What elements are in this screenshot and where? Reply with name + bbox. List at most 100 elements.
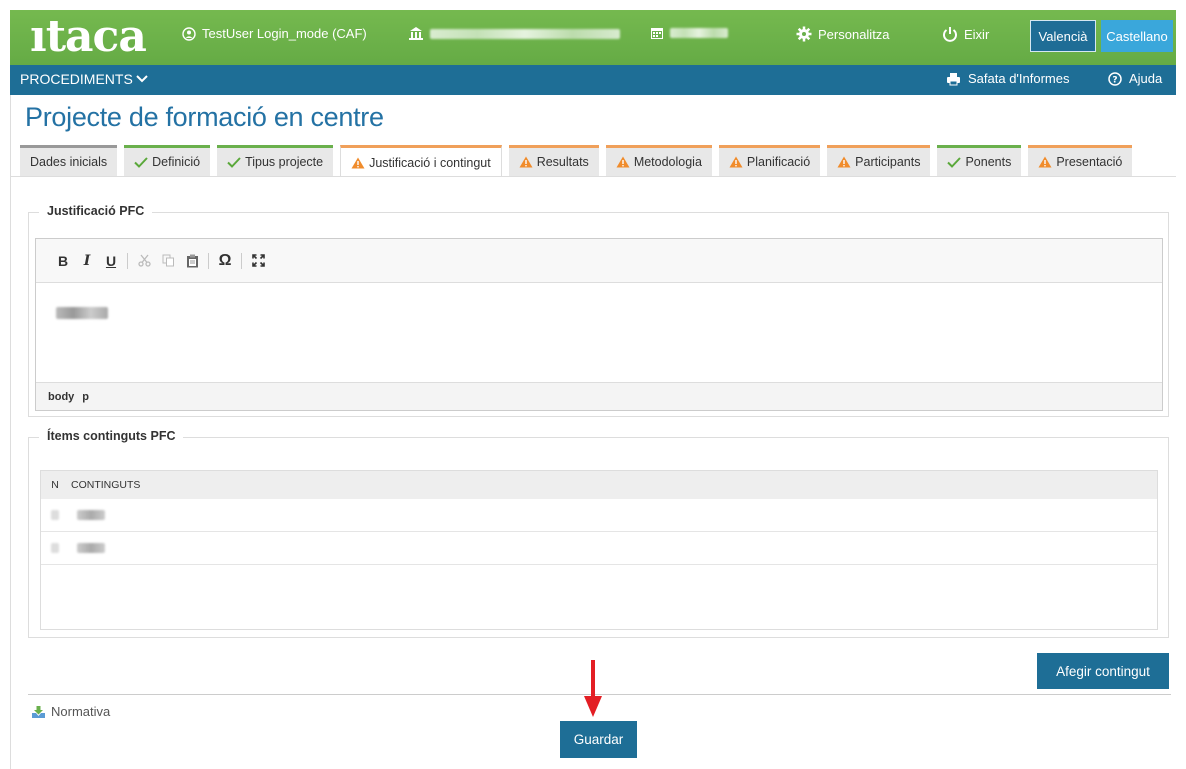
lang-castellano-button[interactable]: Castellano xyxy=(1101,20,1173,52)
tab-ponents[interactable]: Ponents xyxy=(937,145,1022,176)
nav-bar: PROCEDIMENTS Safata d'Informes ? Ajuda xyxy=(10,65,1176,95)
row-number-redacted xyxy=(51,543,59,553)
column-header-n: N xyxy=(51,479,59,491)
lang-valencia-button[interactable]: Valencià xyxy=(1030,20,1096,52)
editor-content-area[interactable] xyxy=(36,283,1162,383)
year-selector[interactable] xyxy=(650,26,728,40)
warning-icon xyxy=(351,157,365,168)
special-char-button[interactable]: Ω xyxy=(214,250,236,272)
toolbar-separator xyxy=(208,252,209,269)
tab-bar: Dades inicials Definició Tipus projecte … xyxy=(20,145,1133,177)
row-number-redacted xyxy=(51,510,59,520)
tab-label: Ponents xyxy=(965,155,1012,169)
exit-link[interactable]: Eixir xyxy=(942,26,989,42)
tab-resultats[interactable]: Resultats xyxy=(508,145,599,176)
tab-label: Presentació xyxy=(1056,155,1123,169)
reports-tray-label: Safata d'Informes xyxy=(968,71,1070,86)
regulations-link[interactable]: Normativa xyxy=(31,704,110,719)
warning-icon xyxy=(729,156,743,168)
user-icon xyxy=(182,26,196,41)
copy-button[interactable] xyxy=(157,250,179,272)
contents-legend: Ítems continguts PFC xyxy=(39,429,184,443)
header-bar: ıtaca TestUser Login_mode (CAF) Personal… xyxy=(10,10,1176,65)
help-label: Ajuda xyxy=(1129,71,1163,86)
check-icon xyxy=(947,156,962,168)
school-name-redacted xyxy=(430,28,620,39)
justification-legend: Justificació PFC xyxy=(39,204,153,218)
school-selector[interactable] xyxy=(408,26,620,41)
help-link[interactable]: ? Ajuda xyxy=(1108,71,1162,86)
warning-icon xyxy=(1038,156,1052,168)
path-body[interactable]: body xyxy=(48,391,74,403)
gear-icon xyxy=(796,26,812,42)
table-row[interactable] xyxy=(41,532,1157,565)
tab-label: Definició xyxy=(152,155,201,169)
tab-metodologia[interactable]: Metodologia xyxy=(605,145,712,176)
tab-tipus-projecte[interactable]: Tipus projecte xyxy=(217,145,334,176)
toolbar-separator xyxy=(127,252,128,269)
exit-label: Eixir xyxy=(964,26,990,42)
personalize-label: Personalitza xyxy=(818,26,890,42)
save-button[interactable]: Guardar xyxy=(560,721,637,758)
column-header-contents: CONTINGUTS xyxy=(71,479,141,491)
italic-button[interactable]: I xyxy=(76,250,98,272)
page-title: Projecte de formació en centre xyxy=(25,102,384,132)
table-row[interactable] xyxy=(41,499,1157,532)
editor-toolbar: B I U Ω xyxy=(36,239,1162,283)
clipboard-icon xyxy=(186,254,198,267)
personalize-link[interactable]: Personalitza xyxy=(796,26,890,42)
warning-icon xyxy=(837,156,851,168)
download-icon xyxy=(32,705,45,718)
reports-tray-link[interactable]: Safata d'Informes xyxy=(946,71,1069,86)
tab-label: Participants xyxy=(855,155,921,169)
row-content-redacted xyxy=(77,543,105,553)
warning-icon xyxy=(616,156,630,168)
svg-text:?: ? xyxy=(1112,75,1117,85)
regulations-label: Normativa xyxy=(51,704,111,719)
scissors-icon xyxy=(137,254,151,267)
procedures-menu[interactable]: PROCEDIMENTS xyxy=(20,71,148,87)
itaca-logo[interactable]: ıtaca xyxy=(30,12,147,62)
editor-text-redacted xyxy=(56,307,108,319)
paste-button[interactable] xyxy=(181,250,203,272)
tab-justificacio-contingut[interactable]: Justificació i contingut xyxy=(340,145,502,177)
tab-dades-inicials[interactable]: Dades inicials xyxy=(20,145,118,176)
cut-button[interactable] xyxy=(133,250,155,272)
printer-icon xyxy=(947,72,960,85)
check-icon xyxy=(227,156,241,168)
check-icon xyxy=(134,156,148,168)
maximize-icon xyxy=(251,254,265,267)
school-icon xyxy=(409,27,423,40)
chevron-down-icon xyxy=(136,75,148,83)
row-content-redacted xyxy=(77,510,105,520)
path-p[interactable]: p xyxy=(82,391,89,403)
tab-label: Planificació xyxy=(746,155,811,169)
tab-label: Justificació i contingut xyxy=(369,155,491,170)
tab-participants[interactable]: Participants xyxy=(827,145,931,176)
copy-icon xyxy=(162,254,174,267)
table-header: N CONTINGUTS xyxy=(41,471,1157,499)
underline-button[interactable]: U xyxy=(100,250,122,272)
tab-label: Resultats xyxy=(536,155,589,169)
tab-divider xyxy=(10,176,1176,177)
add-content-button[interactable]: Afegir contingut xyxy=(1037,653,1169,689)
user-menu[interactable]: TestUser Login_mode (CAF) xyxy=(182,26,367,41)
justification-editor: B I U Ω body p xyxy=(35,238,1163,411)
tab-definicio[interactable]: Definició xyxy=(124,145,211,176)
warning-icon xyxy=(519,156,533,168)
tab-label: Tipus projecte xyxy=(245,155,324,169)
tab-presentacio[interactable]: Presentació xyxy=(1028,145,1133,176)
editor-path-bar: body p xyxy=(36,382,1162,410)
toolbar-separator xyxy=(241,252,242,269)
tab-planificacio[interactable]: Planificació xyxy=(718,145,821,176)
tab-label: Dades inicials xyxy=(30,155,108,169)
calendar-icon xyxy=(651,28,663,39)
user-name: TestUser Login_mode (CAF) xyxy=(202,26,367,41)
maximize-button[interactable] xyxy=(247,250,269,272)
power-icon xyxy=(943,27,957,42)
bold-button[interactable]: B xyxy=(52,250,74,272)
contents-table: N CONTINGUTS xyxy=(40,470,1158,630)
procedures-label: PROCEDIMENTS xyxy=(20,71,133,87)
red-arrow-annotation xyxy=(584,660,602,717)
year-redacted xyxy=(670,28,728,38)
